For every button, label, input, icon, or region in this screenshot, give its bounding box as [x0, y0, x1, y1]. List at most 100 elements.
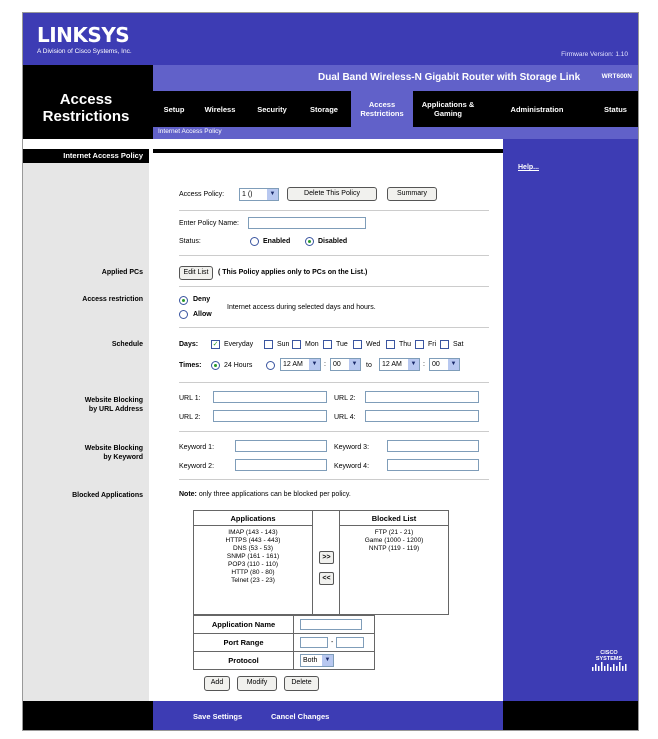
url3-label: URL 2: [179, 414, 201, 421]
mon-checkbox[interactable] [292, 340, 301, 349]
protocol-select[interactable]: Both ▼ [300, 654, 334, 667]
tab-security[interactable]: Security [247, 91, 297, 127]
cancel-changes-button[interactable]: Cancel Changes [271, 712, 329, 721]
list-item[interactable]: Telnet (23 - 23) [194, 577, 312, 585]
keyword3-input[interactable] [387, 440, 479, 452]
header-rule [340, 525, 448, 526]
port-range-row: Port Range - [194, 633, 374, 652]
url1-input[interactable] [213, 391, 327, 403]
wed-checkbox[interactable] [353, 340, 362, 349]
chevron-down-icon: ▼ [349, 359, 360, 370]
modify-button[interactable]: Modify [237, 676, 277, 691]
keyword1-label: Keyword 1: [179, 444, 215, 451]
chevron-down-icon: ▼ [309, 359, 320, 370]
policy-name-input[interactable] [248, 217, 366, 229]
save-settings-button[interactable]: Save Settings [193, 712, 242, 721]
deny-radio[interactable] [179, 296, 188, 305]
port-start-input[interactable] [300, 637, 328, 648]
note-bold: Note: [179, 491, 197, 498]
list-item[interactable]: POP3 (110 - 110) [194, 561, 312, 569]
status-disabled-radio[interactable] [305, 237, 314, 246]
keyword2-input[interactable] [235, 459, 327, 471]
24-hours-label: 24 Hours [224, 362, 253, 369]
logo-tagline: A Division of Cisco Systems, Inc. [37, 48, 132, 55]
list-item[interactable]: FTP (21 - 21) [340, 529, 448, 537]
list-item[interactable]: HTTP (80 - 80) [194, 569, 312, 577]
to-hour-select[interactable]: 12 AM ▼ [379, 358, 420, 371]
keyword-blocking-label: Website Blocking by Keyword [84, 445, 143, 461]
app-name-input[interactable] [300, 619, 362, 630]
main-form: Access Policy: 1 () ▼ Delete This Policy… [153, 149, 503, 701]
keyword1-input[interactable] [235, 440, 327, 452]
section-heading: Internet Access Policy [23, 149, 149, 163]
access-policy-select[interactable]: 1 () ▼ [239, 188, 279, 201]
blocked-list-header: Blocked List [371, 514, 417, 523]
tab-storage[interactable]: Storage [299, 91, 349, 127]
list-item[interactable]: NNTP (119 - 119) [340, 545, 448, 553]
everyday-checkbox[interactable]: ✓ [211, 340, 220, 349]
protocol-row: Protocol Both ▼ [194, 651, 374, 670]
edit-list-button[interactable]: Edit List [179, 266, 213, 280]
thu-label: Thu [399, 341, 412, 348]
url3-input[interactable] [213, 410, 327, 422]
url-blocking-label: Website Blocking by URL Address [84, 397, 143, 413]
tab-wireless[interactable]: Wireless [195, 91, 245, 127]
url4-input[interactable] [365, 410, 479, 422]
applied-pcs-label: Applied PCs [101, 269, 143, 276]
port-end-input[interactable] [336, 637, 364, 648]
from-minute-select[interactable]: 00 ▼ [330, 358, 361, 371]
delete-policy-button[interactable]: Delete This Policy [287, 187, 377, 201]
keyword4-input[interactable] [387, 459, 479, 471]
24-hours-radio[interactable] [211, 361, 220, 370]
status-enabled-radio[interactable] [250, 237, 259, 246]
delete-button[interactable]: Delete [284, 676, 319, 691]
divider [179, 327, 489, 328]
port-separator: - [331, 639, 334, 646]
list-item[interactable]: HTTPS (443 - 443) [194, 537, 312, 545]
tab-administration[interactable]: Administration [483, 91, 591, 127]
app-name-row: Application Name [194, 615, 374, 634]
remove-from-blocked-button[interactable]: << [319, 572, 334, 585]
app-name-label: Application Name [194, 616, 294, 634]
status-disabled-label: Disabled [318, 238, 348, 245]
tab-status[interactable]: Status [593, 91, 638, 127]
chevron-down-icon: ▼ [408, 359, 419, 370]
tab-setup[interactable]: Setup [155, 91, 193, 127]
schedule-label: Schedule [111, 341, 143, 348]
list-item[interactable]: DNS (53 - 53) [194, 545, 312, 553]
page-title: Access Restrictions [42, 91, 130, 125]
access-restriction-text: Internet access during selected days and… [227, 304, 376, 311]
time-range-radio[interactable] [266, 361, 275, 370]
add-button[interactable]: Add [204, 676, 230, 691]
blocked-applications-label: Blocked Applications [72, 492, 143, 499]
summary-button[interactable]: Summary [387, 187, 437, 201]
subtab-internet-access-policy[interactable]: Internet Access Policy [158, 128, 222, 135]
add-to-blocked-button[interactable]: >> [319, 551, 334, 564]
applications-header: Applications [230, 514, 276, 523]
blocked-list[interactable]: Blocked List FTP (21 - 21) Game (1000 - … [339, 511, 448, 614]
applications-list[interactable]: Applications IMAP (143 - 143) HTTPS (443… [194, 511, 313, 614]
to-minute-select[interactable]: 00 ▼ [429, 358, 460, 371]
fri-checkbox[interactable] [415, 340, 424, 349]
apps-note: Note: only three applications can be blo… [179, 491, 351, 498]
sun-checkbox[interactable] [264, 340, 273, 349]
time-separator: : [423, 361, 425, 368]
keyword2-label: Keyword 2: [179, 463, 215, 470]
linksys-logo: LINKSYS [37, 23, 130, 47]
list-item[interactable]: Game (1000 - 1200) [340, 537, 448, 545]
everyday-label: Everyday [224, 341, 254, 348]
thu-checkbox[interactable] [386, 340, 395, 349]
sat-checkbox[interactable] [440, 340, 449, 349]
list-item[interactable]: SNMP (161 - 161) [194, 553, 312, 561]
tab-applications-gaming[interactable]: Applications & Gaming [415, 91, 481, 127]
help-link[interactable]: Help... [518, 164, 539, 171]
times-label: Times: [179, 362, 202, 369]
access-policy-value: 1 () [242, 191, 253, 198]
tue-checkbox[interactable] [323, 340, 332, 349]
allow-radio[interactable] [179, 310, 188, 319]
fri-label: Fri [428, 341, 437, 348]
from-hour-select[interactable]: 12 AM ▼ [280, 358, 321, 371]
list-item[interactable]: IMAP (143 - 143) [194, 529, 312, 537]
url2-input[interactable] [365, 391, 479, 403]
tab-access-restrictions[interactable]: Access Restrictions [351, 91, 413, 127]
